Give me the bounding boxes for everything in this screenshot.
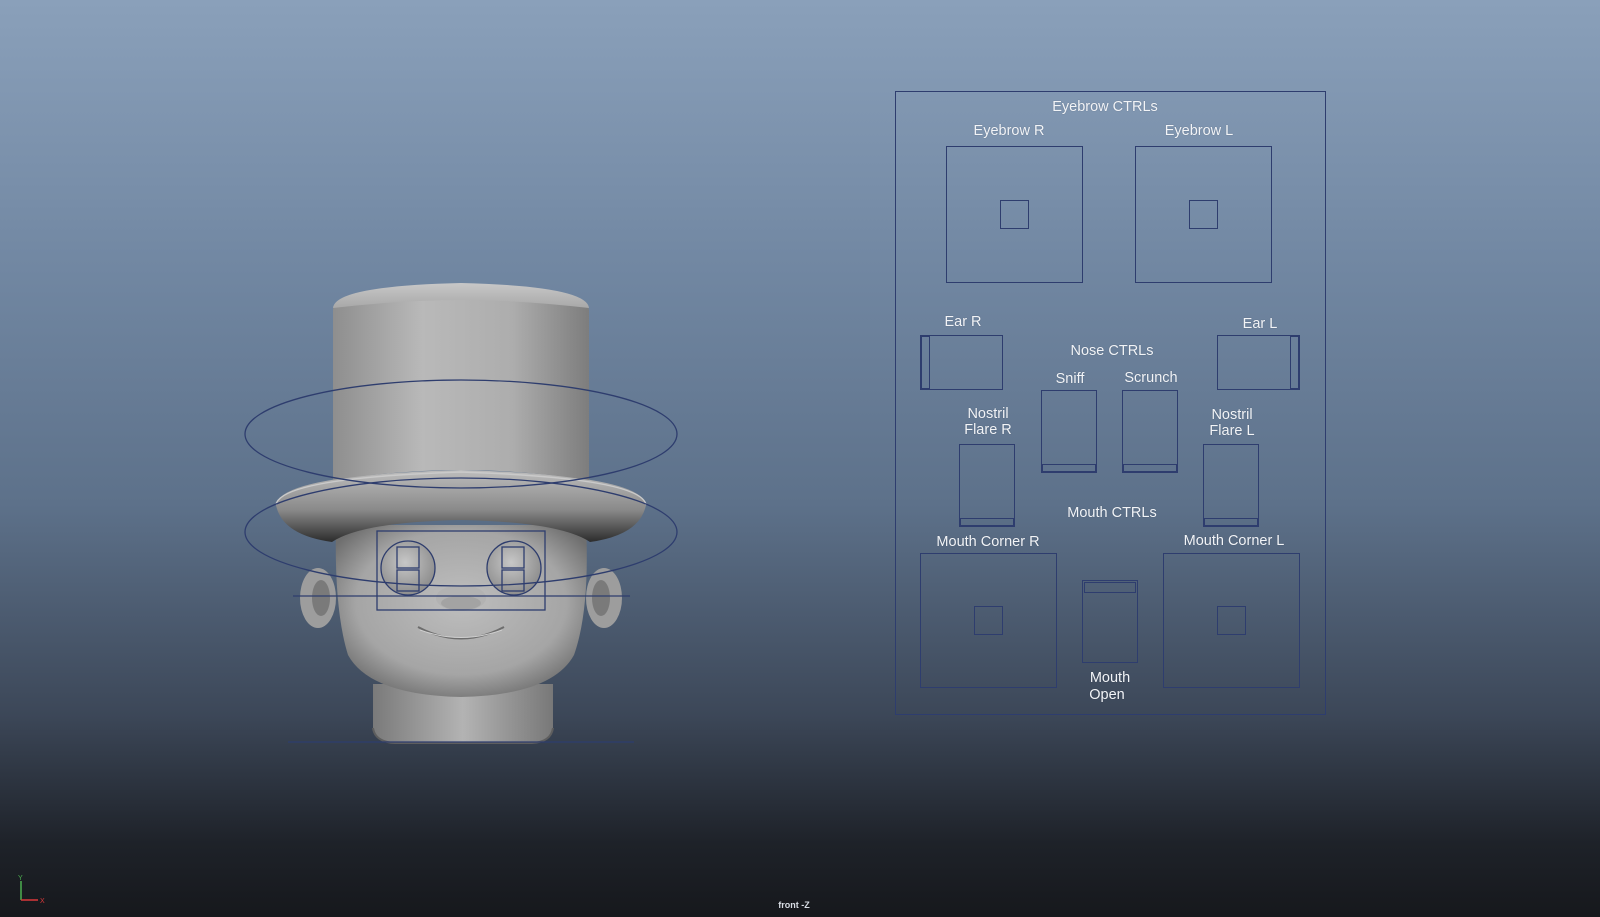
ear-r-frame (920, 335, 1003, 390)
ear-l-label: Ear L (1242, 316, 1278, 332)
scrunch-control[interactable] (1123, 464, 1177, 472)
axis-x-label: X (40, 898, 45, 905)
viewport-front[interactable]: Eyebrow CTRLs Eyebrow R Eyebrow L Ear R … (0, 0, 1600, 917)
ear-r-label: Ear R (944, 314, 982, 330)
mouth-corner-l-label: Mouth Corner L (1183, 533, 1285, 549)
nostril-flare-r-frame (959, 444, 1015, 527)
ear-l-frame (1217, 335, 1300, 390)
eyebrow-r-label: Eyebrow R (973, 123, 1045, 139)
mouth-corner-r-control[interactable] (974, 606, 1003, 635)
mouth-open-control[interactable] (1084, 582, 1136, 593)
mouth-corner-l-control[interactable] (1217, 606, 1246, 635)
sniff-control[interactable] (1042, 464, 1096, 472)
nostril-flare-l-label-1: Nostril (1211, 407, 1253, 423)
mouth-open-label-2: Open (1089, 687, 1125, 703)
mouth-open-label-1: Mouth (1089, 670, 1131, 686)
eyebrow-r-control[interactable] (1000, 200, 1029, 229)
ear-r-control[interactable] (921, 336, 930, 389)
nostril-flare-r-label-1: Nostril (967, 406, 1009, 422)
axis-gizmo-icon: Y X (18, 875, 45, 905)
nostril-flare-l-label-2: Flare L (1209, 423, 1255, 439)
eyebrow-l-control[interactable] (1189, 200, 1218, 229)
nose-ctrls-title: Nose CTRLs (1070, 343, 1154, 359)
scrunch-frame (1122, 390, 1178, 473)
scrunch-label: Scrunch (1124, 370, 1178, 386)
nostril-flare-l-frame (1203, 444, 1259, 527)
ear-l-control[interactable] (1290, 336, 1299, 389)
eyebrow-ctrls-title: Eyebrow CTRLs (1052, 99, 1158, 115)
sniff-frame (1041, 390, 1097, 473)
camera-name-label: front -Z (778, 900, 810, 910)
nostril-flare-r-label-2: Flare R (964, 422, 1012, 438)
mouth-corner-r-label: Mouth Corner R (936, 534, 1040, 550)
nostril-flare-r-control[interactable] (960, 518, 1014, 526)
eyebrow-l-label: Eyebrow L (1164, 123, 1234, 139)
mouth-ctrls-title: Mouth CTRLs (1067, 505, 1157, 521)
character-head-model[interactable] (0, 0, 1600, 917)
nostril-flare-l-control[interactable] (1204, 518, 1258, 526)
sniff-label: Sniff (1055, 371, 1085, 387)
axis-y-label: Y (18, 875, 23, 882)
